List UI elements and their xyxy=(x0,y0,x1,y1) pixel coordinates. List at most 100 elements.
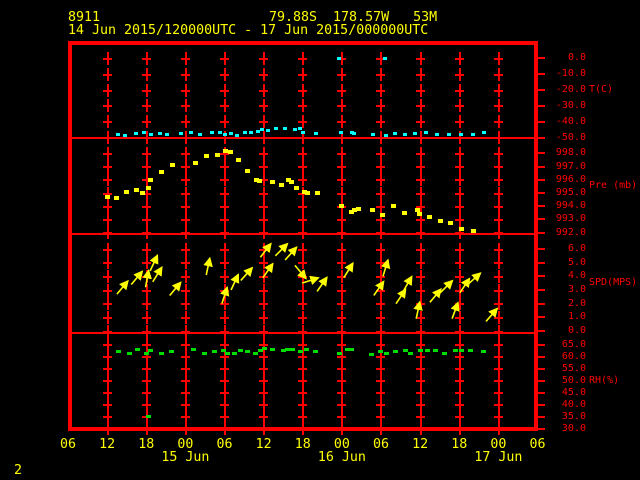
axis-tick-label: 0.0 xyxy=(567,52,586,64)
grid-tick-cross xyxy=(493,283,503,297)
grid-tick-cross xyxy=(493,269,503,283)
data-point-temperature xyxy=(260,128,265,132)
axis-tick-label: -40.0 xyxy=(555,115,586,127)
data-point-rh xyxy=(202,351,208,355)
grid-tick-cross xyxy=(180,67,190,81)
grid-tick-cross xyxy=(180,83,190,97)
grid-tick-cross xyxy=(454,67,464,81)
data-point-pressure xyxy=(113,196,119,201)
data-point-temperature xyxy=(482,131,487,135)
grid-tick-cross xyxy=(141,146,151,160)
grid-tick-cross xyxy=(219,99,229,113)
grid-tick-cross xyxy=(376,99,386,113)
grid-tick-cross xyxy=(141,226,151,240)
grid-tick-cross xyxy=(337,242,347,256)
data-point-temperature xyxy=(116,133,121,137)
axis-tick-label: 996.0 xyxy=(555,173,586,185)
grid-tick-cross xyxy=(219,212,229,226)
data-point-rh xyxy=(393,350,399,354)
x-hour-label: 06 xyxy=(59,437,76,452)
data-point-rh xyxy=(425,349,431,353)
data-point-rh xyxy=(127,351,133,355)
grid-tick-cross xyxy=(180,310,190,324)
grid-tick-cross xyxy=(376,226,386,240)
grid-tick-cross xyxy=(180,51,190,65)
grid-tick-cross xyxy=(141,199,151,213)
grid-tick-cross xyxy=(376,186,386,200)
data-point-rh xyxy=(468,349,474,353)
x-hour-label: 18 xyxy=(138,437,155,452)
data-point-rh xyxy=(158,351,164,355)
data-point-pressure xyxy=(447,221,453,226)
grid-tick-cross xyxy=(259,146,269,160)
grid-tick-cross xyxy=(376,269,386,283)
grid-tick-cross xyxy=(259,51,269,65)
grid-tick-cross xyxy=(376,310,386,324)
grid-tick-cross xyxy=(337,422,347,435)
grid-tick-cross xyxy=(259,67,269,81)
grid-tick-cross xyxy=(337,115,347,129)
data-point-temperature xyxy=(423,131,428,135)
grid-tick-cross xyxy=(219,256,229,270)
data-point-rh xyxy=(232,351,238,355)
grid-tick-cross xyxy=(259,269,269,283)
data-point-pressure xyxy=(159,169,165,174)
data-point-temperature xyxy=(393,132,398,136)
grid-tick-cross xyxy=(141,212,151,226)
data-point-pressure xyxy=(338,204,344,209)
grid-tick-cross xyxy=(259,83,269,97)
x-hour-label: 18 xyxy=(451,437,468,452)
data-point-pressure xyxy=(304,191,310,195)
data-point-pressure xyxy=(288,180,294,185)
grid-tick-cross xyxy=(141,310,151,324)
grid-tick-cross xyxy=(102,160,112,174)
data-point-rh xyxy=(369,352,375,356)
data-point-rh xyxy=(257,349,263,353)
grid-tick-cross xyxy=(454,51,464,65)
grid-tick-cross xyxy=(337,283,347,297)
grid-tick-cross xyxy=(219,186,229,200)
data-point-temperature xyxy=(382,56,387,60)
x-hour-label: 12 xyxy=(412,437,429,452)
data-point-pressure xyxy=(355,206,361,211)
data-point-rh xyxy=(480,350,486,354)
grid-tick-cross xyxy=(454,115,464,129)
data-point-pressure xyxy=(278,183,284,188)
data-point-temperature xyxy=(412,132,417,136)
grid-tick-cross xyxy=(493,146,503,160)
axis-tick-label: -20.0 xyxy=(555,84,586,96)
time-range-title: 14 Jun 2015/120000UTC - 17 Jun 2015/0000… xyxy=(68,23,429,38)
grid-tick-cross xyxy=(415,115,425,129)
axis-tick-label: 45.0 xyxy=(561,386,586,398)
grid-tick-cross xyxy=(493,324,503,338)
data-point-pressure xyxy=(170,163,176,168)
x-hour-label: 12 xyxy=(99,437,116,452)
axis-tick-label: 992.0 xyxy=(555,226,586,238)
grid-tick-cross xyxy=(376,297,386,311)
data-point-temperature xyxy=(255,130,260,134)
data-point-temperature xyxy=(298,127,303,131)
grid-tick-cross xyxy=(180,422,190,435)
data-point-temperature xyxy=(133,132,138,136)
grid-tick-cross xyxy=(415,310,425,324)
data-point-rh xyxy=(115,350,121,354)
grid-tick-cross xyxy=(102,226,112,240)
data-point-pressure xyxy=(416,212,422,217)
data-point-rh xyxy=(270,348,276,352)
grid-tick-cross xyxy=(298,310,308,324)
data-point-pressure xyxy=(426,214,432,219)
data-point-rh xyxy=(262,346,268,350)
data-point-pressure xyxy=(227,149,233,154)
grid-tick-cross xyxy=(102,146,112,160)
grid-tick-cross xyxy=(259,422,269,435)
data-point-temperature xyxy=(470,133,475,137)
data-point-temperature xyxy=(249,131,254,135)
axis-tick-label: -50.0 xyxy=(555,131,586,143)
grid-tick-cross xyxy=(337,146,347,160)
grid-tick-cross xyxy=(337,99,347,113)
grid-tick-cross xyxy=(493,186,503,200)
x-hour-label: 06 xyxy=(372,437,389,452)
data-point-pressure xyxy=(269,180,275,185)
grid-tick-cross xyxy=(102,297,112,311)
grid-tick-cross xyxy=(493,256,503,270)
